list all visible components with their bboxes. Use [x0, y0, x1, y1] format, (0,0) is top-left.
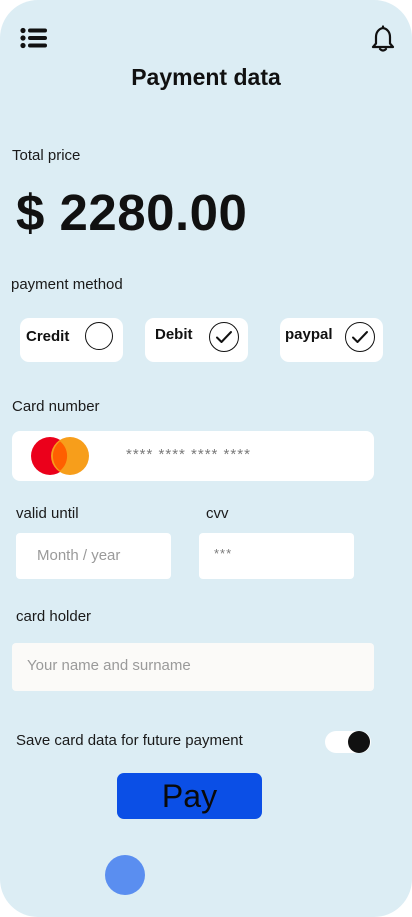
- valid-until-placeholder: Month / year: [37, 547, 121, 564]
- cvv-label: cvv: [206, 505, 229, 522]
- card-number-label: Card number: [12, 398, 100, 415]
- toggle-knob: [348, 731, 370, 753]
- card-holder-placeholder: Your name and surname: [27, 657, 191, 674]
- cvv-mask: ***: [214, 546, 233, 561]
- payment-option-paypal[interactable]: paypal: [280, 318, 383, 362]
- payment-method-label: payment method: [11, 276, 123, 293]
- payment-option-credit[interactable]: Credit: [20, 318, 123, 362]
- card-number-field[interactable]: **** **** **** ****: [12, 431, 374, 481]
- valid-until-field[interactable]: Month / year: [16, 533, 171, 579]
- payment-option-label: paypal: [285, 326, 333, 343]
- cvv-field[interactable]: ***: [199, 533, 354, 579]
- save-card-toggle[interactable]: [325, 731, 371, 753]
- card-holder-field[interactable]: Your name and surname: [12, 643, 374, 691]
- unchecked-circle-icon[interactable]: [85, 322, 113, 350]
- save-card-label: Save card data for future payment: [16, 732, 243, 749]
- list-menu-icon[interactable]: [20, 26, 48, 50]
- card-holder-label: card holder: [16, 608, 92, 625]
- page-title: Payment data: [131, 64, 281, 90]
- payment-screen: Payment data Total price $ 2280.00 payme…: [0, 0, 412, 917]
- mastercard-logo-icon: [30, 436, 92, 476]
- valid-until-label: valid until: [16, 505, 79, 522]
- check-circle-icon[interactable]: [209, 322, 239, 352]
- payment-option-label: Debit: [155, 326, 193, 343]
- bell-icon[interactable]: [370, 24, 396, 52]
- total-price-label: Total price: [12, 147, 81, 164]
- check-circle-icon[interactable]: [345, 322, 375, 352]
- pay-button[interactable]: Pay: [117, 773, 262, 819]
- card-number-mask: **** **** **** ****: [126, 446, 251, 463]
- payment-option-debit[interactable]: Debit: [145, 318, 248, 362]
- total-price-value: $ 2280.00: [16, 184, 248, 241]
- home-indicator[interactable]: [105, 855, 145, 895]
- payment-option-label: Credit: [26, 328, 70, 345]
